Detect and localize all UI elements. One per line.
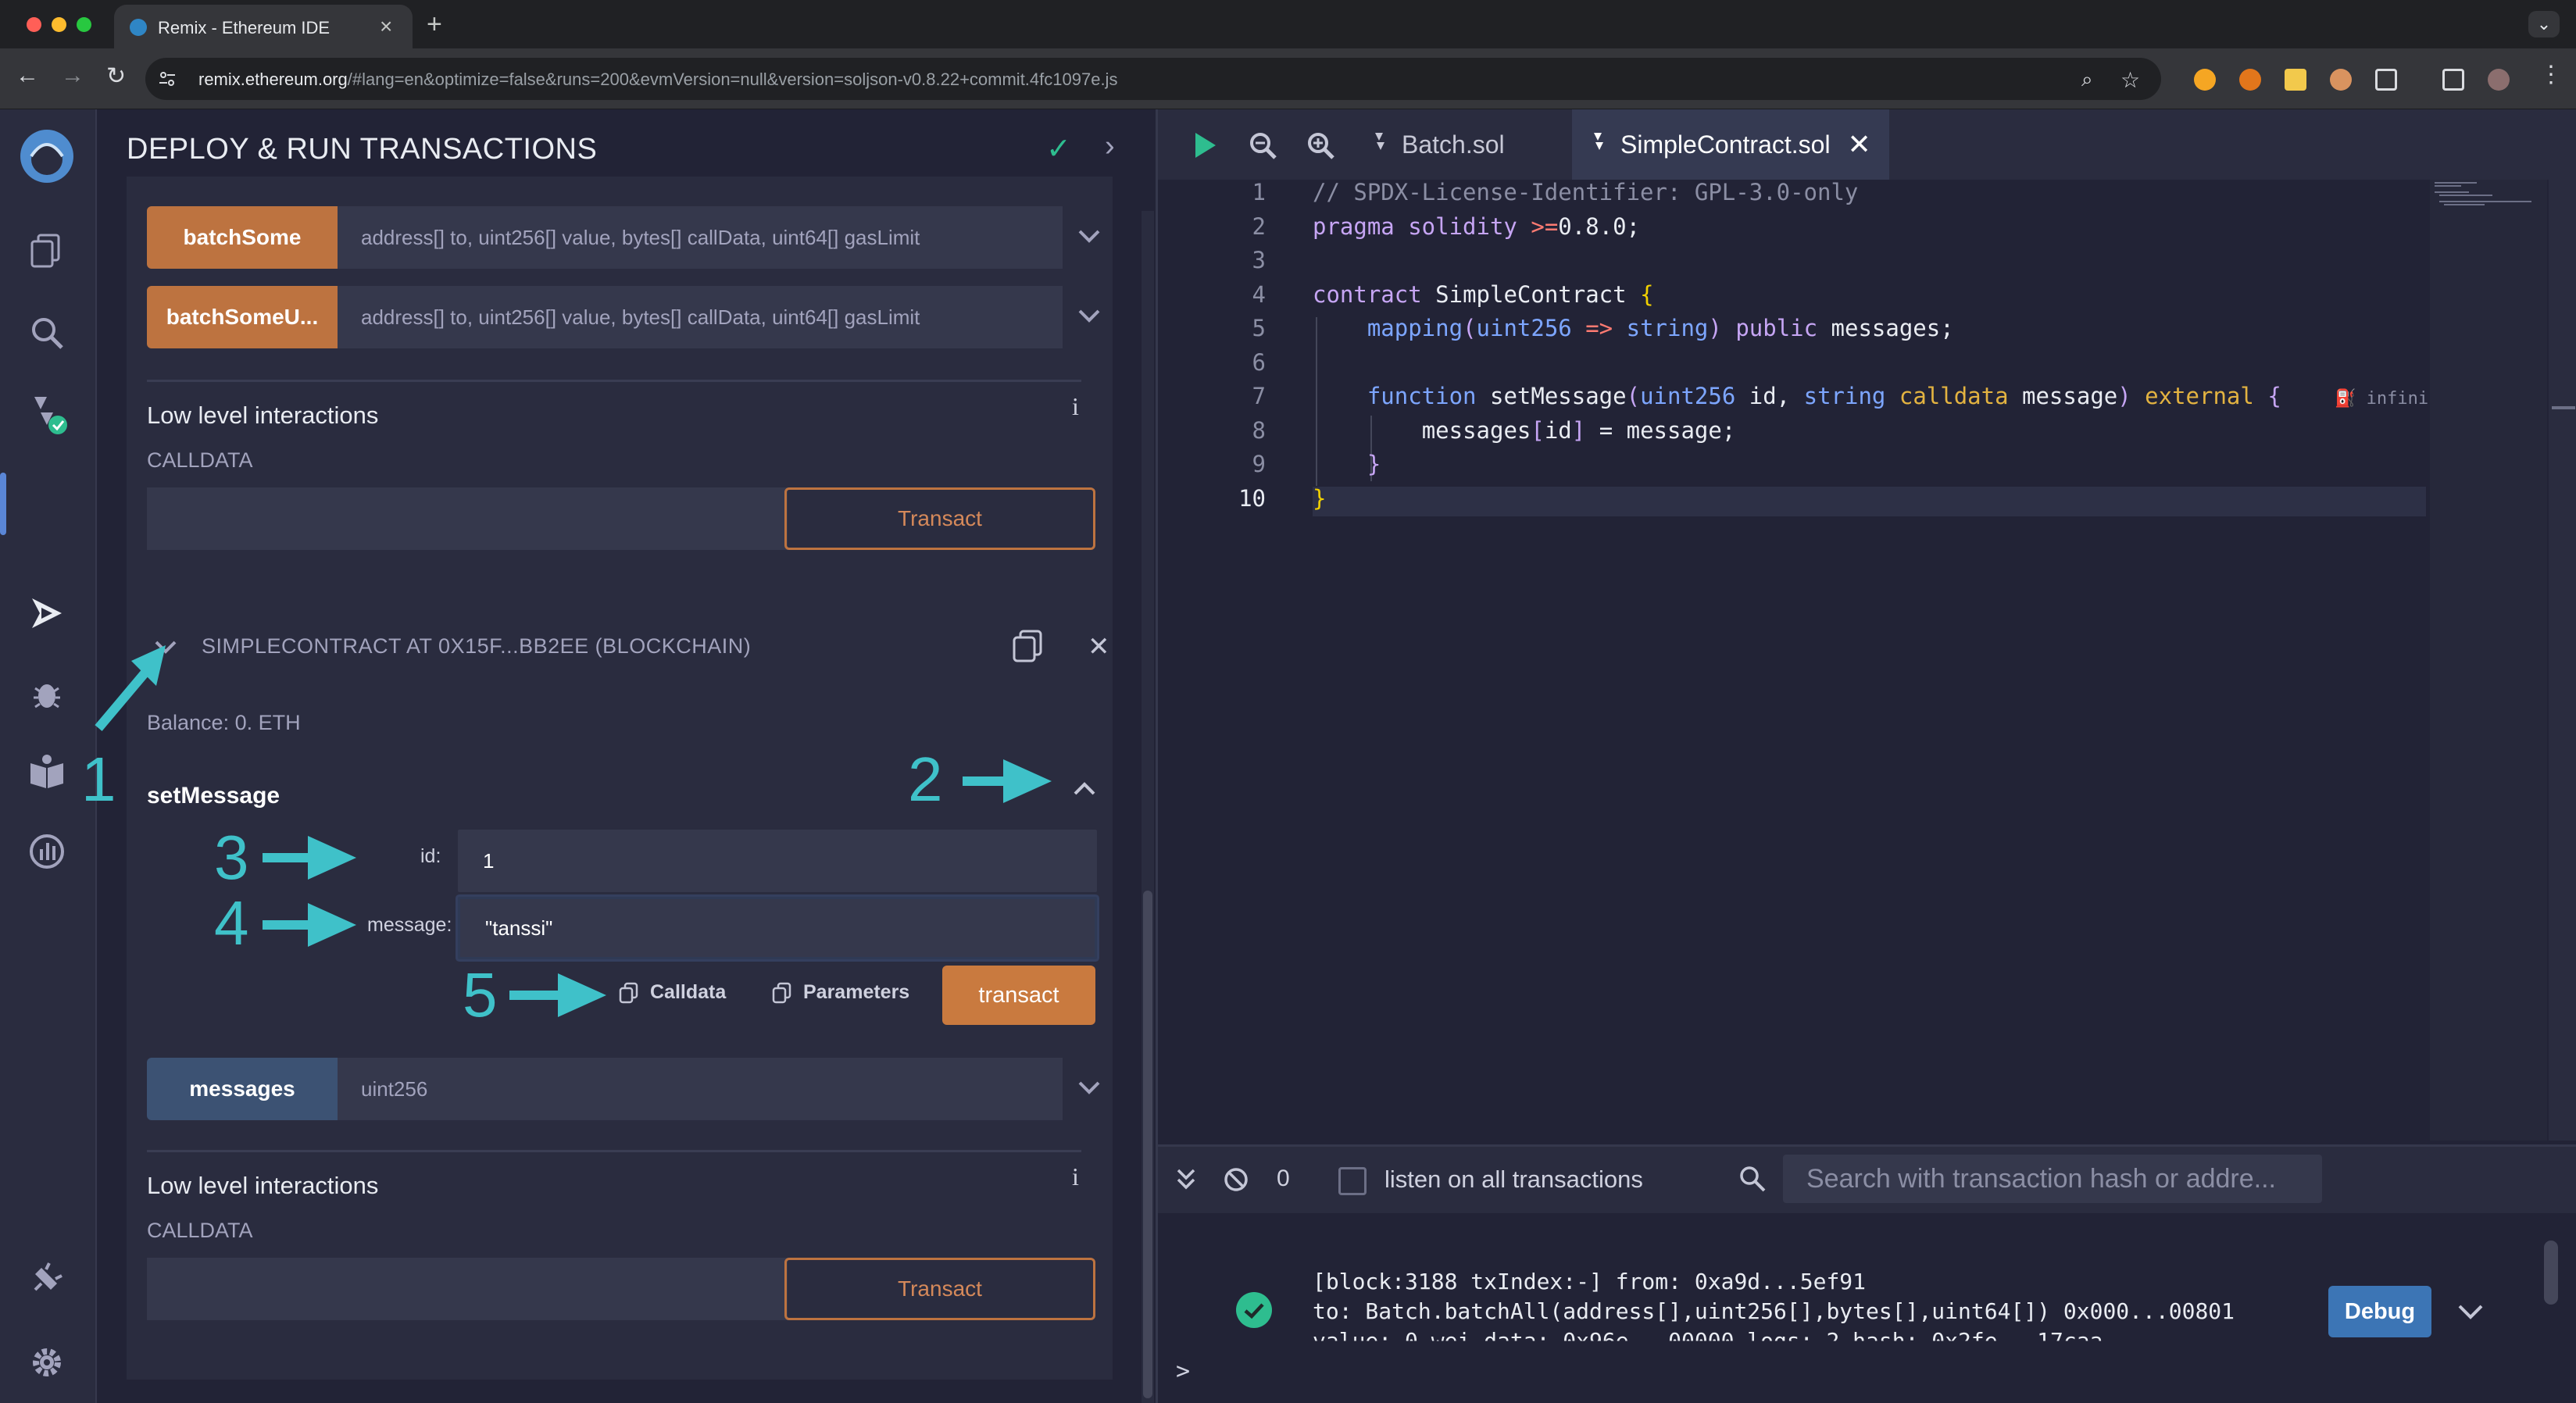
line-number: 5 xyxy=(1252,315,1266,341)
scroll-position-marker xyxy=(2552,406,2575,409)
code-token: => xyxy=(1585,315,1613,341)
code-token: SimpleContract xyxy=(1435,281,1627,308)
terminal-prompt[interactable]: > xyxy=(1176,1358,1190,1385)
line-number: 8 xyxy=(1252,417,1266,444)
current-line-highlight xyxy=(1313,487,2426,516)
annotation-number: 1 xyxy=(81,744,116,814)
editor-scrollbar[interactable] xyxy=(2549,180,2576,1141)
debug-button[interactable]: Debug xyxy=(2328,1286,2431,1337)
solidity-file-icon xyxy=(1375,133,1384,150)
code-token: { xyxy=(2267,383,2281,409)
line-number: 6 xyxy=(1252,349,1266,376)
zoom-out-icon[interactable] xyxy=(1247,130,1278,161)
code-token: contract xyxy=(1313,281,1422,308)
clear-console-icon[interactable] xyxy=(1222,1166,1250,1194)
code-token: { xyxy=(1640,281,1654,308)
annotation-number: 3 xyxy=(214,823,249,892)
code-token: ) xyxy=(2117,383,2131,409)
line-number: 10 xyxy=(1238,485,1266,512)
code-line[interactable]: } xyxy=(1313,451,1381,477)
code-token: >= xyxy=(1531,213,1559,240)
code-token: ] xyxy=(1571,417,1586,444)
code-token: messages; xyxy=(1831,315,1954,341)
code-token: messages xyxy=(1421,417,1531,444)
code-token: uint256 xyxy=(1640,383,1736,409)
annotation-number: 2 xyxy=(908,744,943,814)
code-line[interactable]: mapping(uint256 => string) public messag… xyxy=(1313,315,1954,341)
success-check-icon xyxy=(1236,1292,1272,1328)
gas-estimate-hint: ⛽ infini xyxy=(2335,389,2428,409)
line-number: 1 xyxy=(1252,179,1266,205)
tab-simplecontract-sol[interactable]: SimpleContract.sol ✕ xyxy=(1572,109,1889,180)
line-number: 2 xyxy=(1252,213,1266,240)
annotation-number: 5 xyxy=(463,960,498,1030)
code-line[interactable]: messages[id] = message; xyxy=(1313,417,1736,444)
code-token: ) xyxy=(1708,315,1722,341)
line-number: 4 xyxy=(1252,281,1266,308)
code-token: ( xyxy=(1626,383,1641,409)
listen-all-checkbox[interactable] xyxy=(1338,1167,1367,1195)
close-tab-icon[interactable]: ✕ xyxy=(1848,128,1871,161)
code-line[interactable]: function setMessage(uint256 id, string c… xyxy=(1313,383,2281,409)
expand-tx-chevron-icon[interactable] xyxy=(2453,1297,2488,1328)
code-token: id xyxy=(1544,417,1572,444)
code-token: string xyxy=(1803,383,1886,409)
code-line[interactable]: contract SimpleContract { xyxy=(1313,281,1654,308)
code-token: [ xyxy=(1531,417,1545,444)
tab-label: SimpleContract.sol xyxy=(1620,130,1831,159)
minimap-preview xyxy=(2435,182,2531,205)
code-line[interactable]: // SPDX-License-Identifier: GPL-3.0-only xyxy=(1313,179,1858,205)
run-script-play-icon[interactable] xyxy=(1189,130,1220,161)
listen-all-label[interactable]: listen on all transactions xyxy=(1384,1166,1643,1194)
pending-tx-counter: 0 xyxy=(1277,1166,1290,1191)
code-token: uint256 xyxy=(1476,315,1572,341)
code-token: = message; xyxy=(1599,417,1736,444)
code-token: id, xyxy=(1749,383,1791,409)
line-number: 9 xyxy=(1252,451,1266,477)
code-token: message xyxy=(2022,383,2118,409)
code-line[interactable]: pragma solidity >=0.8.0; xyxy=(1313,213,1640,240)
code-token: setMessage xyxy=(1490,383,1627,409)
search-icon xyxy=(1740,1166,1766,1192)
transaction-search-input[interactable]: Search with transaction hash or addre... xyxy=(1783,1155,2322,1203)
code-token: ( xyxy=(1463,315,1477,341)
gas-hint-text: infini xyxy=(2366,389,2429,409)
solidity-file-icon xyxy=(1594,133,1603,150)
code-token: function xyxy=(1367,383,1477,409)
collapse-terminal-chevrons-icon[interactable] xyxy=(1172,1166,1200,1194)
tx-log-line[interactable]: [block:3188 txIndex:-] from: 0xa9d...5ef… xyxy=(1313,1269,1866,1294)
gas-pump-icon: ⛽ xyxy=(2335,389,2356,409)
code-token: calldata xyxy=(1899,383,2009,409)
code-token: external xyxy=(2145,383,2254,409)
tx-log-line[interactable]: to: Batch.batchAll(address[],uint256[],b… xyxy=(1313,1298,2235,1324)
annotation-number: 4 xyxy=(214,888,249,958)
line-number: 3 xyxy=(1252,247,1266,273)
code-token: public xyxy=(1735,315,1818,341)
zoom-in-icon[interactable] xyxy=(1305,130,1336,161)
code-token: 0.8.0; xyxy=(1558,213,1641,240)
code-token: } xyxy=(1367,451,1381,477)
tab-batch-sol[interactable]: Batch.sol xyxy=(1369,109,1564,180)
code-token: mapping xyxy=(1367,315,1463,341)
terminal-scrollbar-thumb[interactable] xyxy=(2544,1241,2558,1305)
code-token: pragma solidity xyxy=(1313,213,1517,240)
tab-label: Batch.sol xyxy=(1402,130,1505,159)
editor-minimap[interactable] xyxy=(2430,180,2547,1141)
code-token: string xyxy=(1626,315,1709,341)
line-number: 7 xyxy=(1252,383,1266,409)
code-line[interactable]: } xyxy=(1313,485,1326,512)
